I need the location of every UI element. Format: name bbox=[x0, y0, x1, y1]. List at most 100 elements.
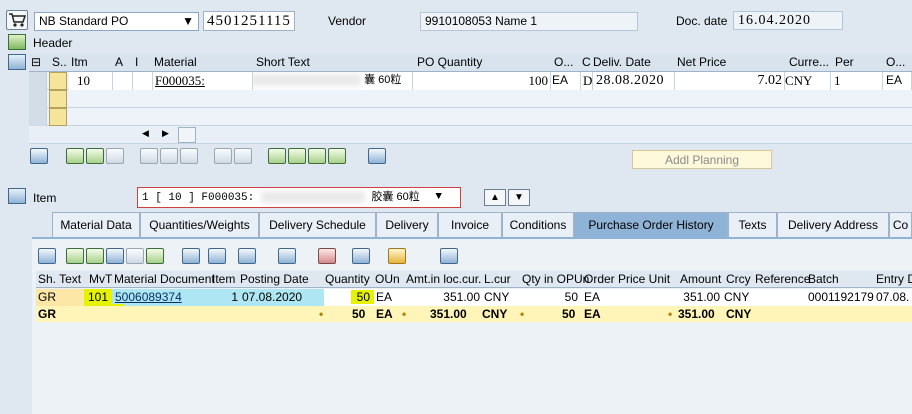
col-crcy[interactable]: Crcy bbox=[726, 271, 751, 287]
col-deliv-date[interactable]: Deliv. Date bbox=[593, 54, 651, 71]
col-qty-opun[interactable]: Qty in OPUn bbox=[522, 271, 589, 287]
status-cell[interactable] bbox=[49, 90, 67, 108]
order-unit2-cell[interactable]: EA bbox=[883, 72, 912, 90]
export-icon[interactable] bbox=[238, 248, 256, 264]
export-icon[interactable] bbox=[368, 148, 386, 164]
sh-text-cell[interactable]: GR bbox=[36, 289, 84, 306]
info-icon[interactable] bbox=[352, 248, 370, 264]
col-sh-text[interactable]: Sh. Text bbox=[38, 271, 81, 287]
col-reference[interactable]: Reference bbox=[755, 271, 810, 287]
row-selector[interactable] bbox=[29, 72, 47, 90]
col-oun[interactable]: OUn bbox=[375, 271, 400, 287]
col-itm[interactable]: Itm bbox=[71, 54, 88, 71]
col-net-price[interactable]: Net Price bbox=[677, 54, 726, 71]
first-item-icon[interactable] bbox=[66, 148, 84, 164]
hide-icon[interactable] bbox=[328, 148, 346, 164]
sort-asc-icon[interactable] bbox=[66, 248, 84, 264]
tab-conditions[interactable]: Conditions bbox=[502, 212, 574, 237]
po-type-select[interactable]: NB Standard PO ▼ bbox=[34, 12, 199, 31]
batch-cell[interactable]: 0001192179 bbox=[808, 289, 874, 306]
col-lcur[interactable]: L.cur bbox=[484, 271, 511, 287]
copy-icon[interactable] bbox=[214, 148, 232, 164]
unlock-icon[interactable] bbox=[180, 148, 198, 164]
a-cell[interactable] bbox=[113, 72, 133, 90]
lcur-cell[interactable]: CNY bbox=[482, 289, 520, 306]
filter-icon[interactable] bbox=[146, 248, 164, 264]
col-material-document[interactable]: Material Document bbox=[114, 271, 215, 287]
item-row-empty[interactable] bbox=[29, 90, 912, 108]
amt-loc-cell[interactable]: 351.00 bbox=[406, 289, 482, 306]
posting-date-cell[interactable]: 07.08.2020 bbox=[240, 289, 324, 306]
item-row-empty[interactable] bbox=[29, 108, 912, 126]
status-cell[interactable] bbox=[49, 108, 67, 126]
item-row[interactable]: 10 F000035: 囊 60粒 100 EA D 28.08.2020 7.… bbox=[29, 72, 912, 90]
tab-delivery-address[interactable]: Delivery Address bbox=[777, 212, 889, 237]
reference-cell[interactable] bbox=[754, 289, 808, 306]
col-posting-date[interactable]: Posting Date bbox=[240, 271, 309, 287]
item-overview-icon[interactable] bbox=[8, 54, 26, 70]
item-cell[interactable]: 1 bbox=[212, 289, 240, 306]
delete-icon[interactable] bbox=[140, 148, 158, 164]
col-i[interactable]: I bbox=[135, 54, 138, 71]
item-selector[interactable]: 1 [ 10 ] F000035: 胶囊 60粒 ▼ bbox=[137, 187, 461, 208]
filter-icon[interactable] bbox=[308, 148, 326, 164]
i-cell[interactable] bbox=[133, 72, 153, 90]
amount-cell[interactable]: 351.00 bbox=[676, 289, 722, 306]
quantity-cell[interactable]: 50 bbox=[324, 289, 374, 306]
tab-invoice[interactable]: Invoice bbox=[438, 212, 502, 237]
itm-cell[interactable]: 10 bbox=[69, 72, 113, 90]
entry-date-cell[interactable]: 07.08. bbox=[874, 289, 912, 306]
short-text-cell[interactable]: 囊 60粒 bbox=[253, 72, 413, 90]
tab-more[interactable]: Co bbox=[889, 212, 912, 237]
grid-settings-icon[interactable]: ⊟ bbox=[31, 54, 41, 71]
previous-item-icon[interactable] bbox=[86, 148, 104, 164]
col-order-price-unit[interactable]: Order Price Unit bbox=[584, 271, 670, 287]
col-quantity[interactable]: Quantity bbox=[325, 271, 370, 287]
order-unit-cell[interactable]: EA bbox=[551, 72, 581, 90]
col-status[interactable]: S.. bbox=[52, 54, 67, 71]
per-cell[interactable]: 1 bbox=[831, 72, 883, 90]
scroll-left-icon[interactable]: ◀ bbox=[142, 128, 149, 139]
layout-icon[interactable] bbox=[278, 248, 296, 264]
details-icon[interactable] bbox=[30, 148, 48, 164]
tab-delivery[interactable]: Delivery bbox=[376, 212, 438, 237]
col-entry-date[interactable]: Entry D bbox=[876, 271, 912, 287]
next-item-icon[interactable] bbox=[106, 148, 124, 164]
status-cell[interactable] bbox=[49, 72, 67, 90]
lock-icon[interactable] bbox=[160, 148, 178, 164]
row-selector[interactable] bbox=[29, 108, 47, 126]
tab-purchase-order-history[interactable]: Purchase Order History bbox=[574, 212, 728, 237]
col-amt-loc[interactable]: Amt.in loc.cur. bbox=[406, 271, 481, 287]
row-selector[interactable] bbox=[29, 90, 47, 108]
find-next-icon[interactable] bbox=[126, 248, 144, 264]
graphic-icon[interactable] bbox=[318, 248, 336, 264]
material-cell[interactable]: F000035: bbox=[153, 72, 253, 90]
col-category[interactable]: C bbox=[582, 54, 591, 71]
col-currency[interactable]: Curre... bbox=[789, 54, 829, 71]
qty-opun-cell[interactable]: 50 bbox=[520, 289, 580, 306]
vendor-field[interactable]: 9910108053 Name 1 bbox=[420, 12, 638, 31]
oun-cell[interactable]: EA bbox=[374, 289, 406, 306]
col-a[interactable]: A bbox=[115, 54, 123, 71]
addl-planning-button[interactable]: Addl Planning bbox=[632, 150, 772, 169]
net-price-cell[interactable]: 7.02 bbox=[675, 72, 785, 90]
col-po-quantity[interactable]: PO Quantity bbox=[417, 54, 482, 71]
opu-cell[interactable]: EA bbox=[580, 289, 676, 306]
tab-texts[interactable]: Texts bbox=[728, 212, 777, 237]
tab-delivery-schedule[interactable]: Delivery Schedule bbox=[259, 212, 376, 237]
refresh-icon[interactable] bbox=[440, 248, 458, 264]
dropdown-arrow-icon[interactable]: ▼ bbox=[435, 188, 442, 207]
change-icon[interactable] bbox=[388, 248, 406, 264]
col-order-unit-2[interactable]: O... bbox=[886, 54, 905, 71]
deliv-date-cell[interactable]: 28.08.2020 bbox=[593, 72, 675, 90]
col-amount[interactable]: Amount bbox=[680, 271, 721, 287]
dropdown-arrow-icon[interactable]: ▼ bbox=[182, 13, 194, 30]
find-icon[interactable] bbox=[106, 248, 124, 264]
currency-cell[interactable]: CNY bbox=[785, 72, 831, 90]
material-document-link[interactable]: 5006089374 bbox=[112, 289, 212, 306]
col-mvt[interactable]: MvT bbox=[89, 271, 112, 287]
item-detail-icon[interactable] bbox=[8, 188, 26, 204]
po-quantity-cell[interactable]: 100 bbox=[413, 72, 551, 90]
col-per[interactable]: Per bbox=[835, 54, 854, 71]
scrollbar[interactable] bbox=[178, 127, 196, 143]
